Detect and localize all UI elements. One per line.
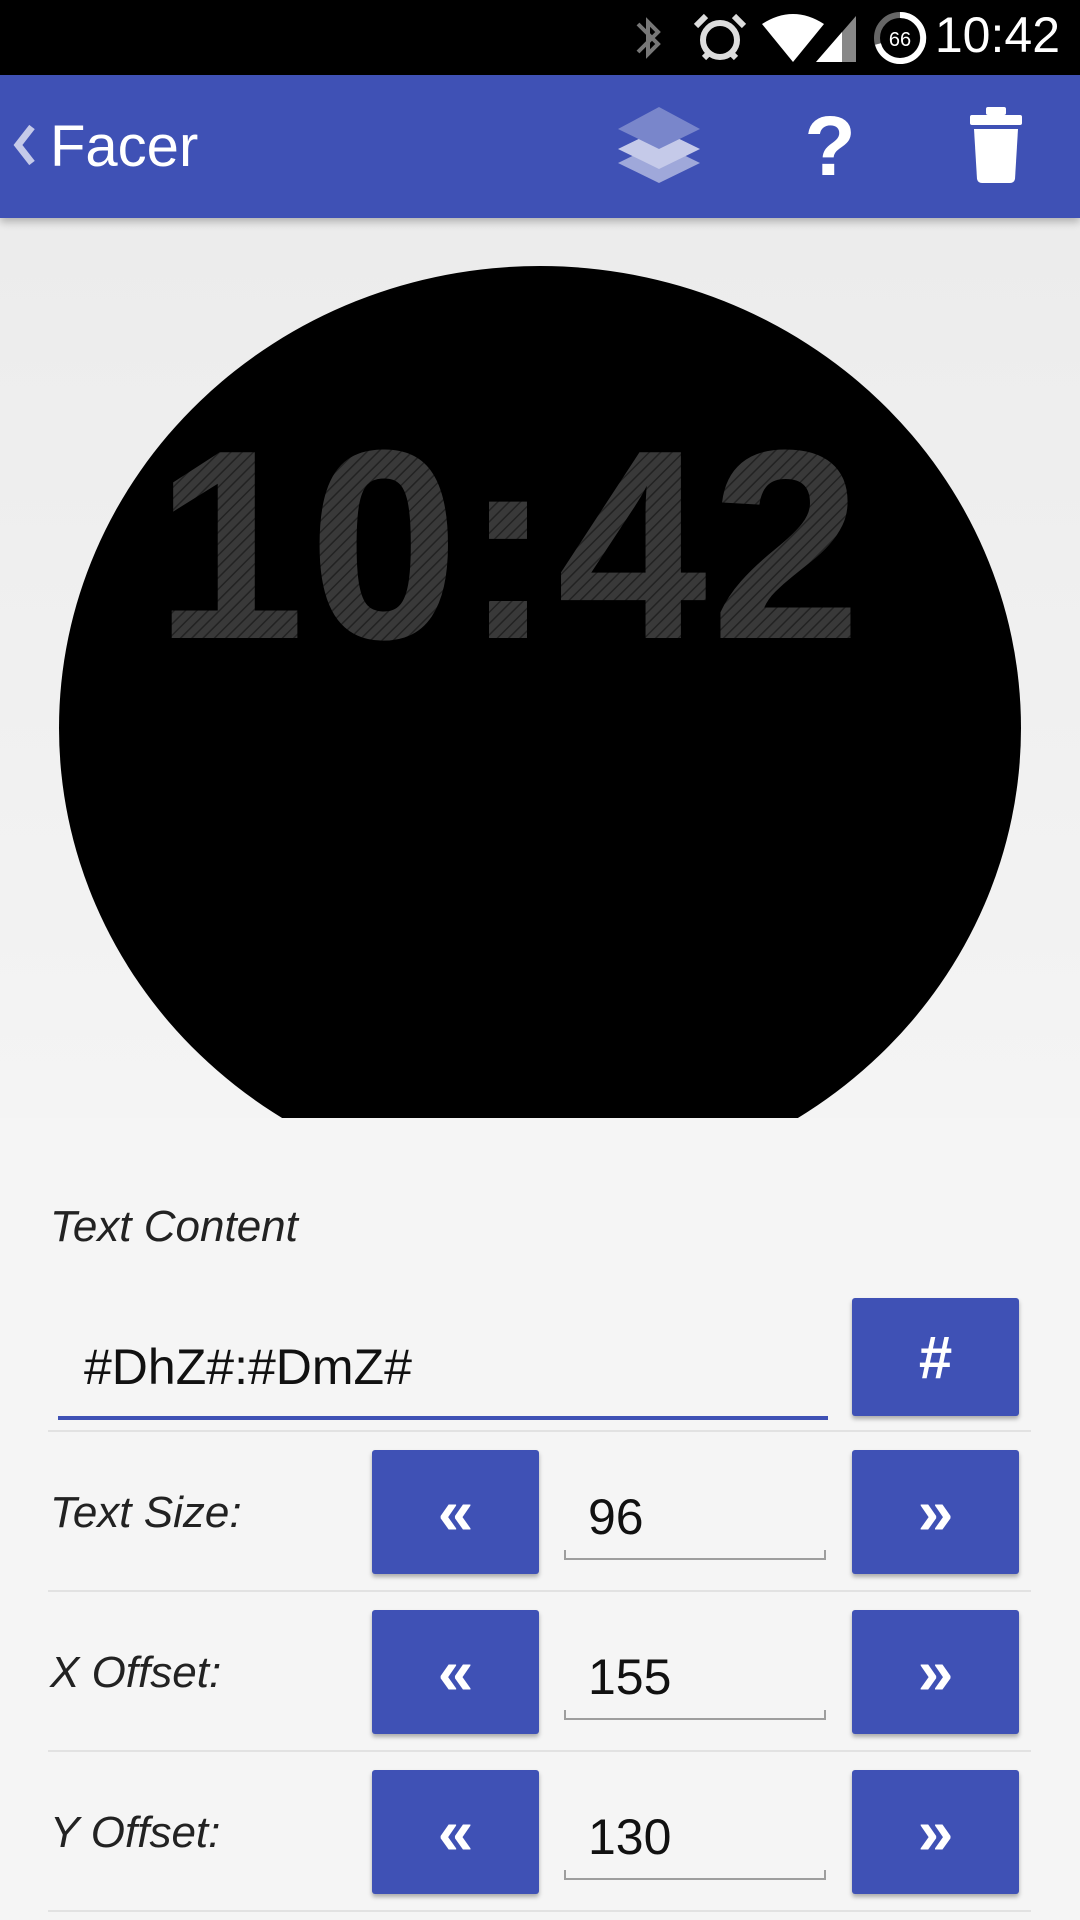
divider [48, 1430, 1031, 1432]
text-size-increase-button[interactable]: » [852, 1450, 1019, 1574]
increase-icon: » [917, 1796, 954, 1868]
insert-tag-button[interactable]: # [852, 1298, 1019, 1416]
layers-icon[interactable] [612, 101, 706, 199]
x-offset-input[interactable]: 155 [564, 1649, 826, 1720]
decrease-icon: « [437, 1636, 474, 1708]
app-bar: Facer ? [0, 75, 1080, 218]
trash-icon[interactable] [968, 105, 1024, 189]
signal-icon [812, 10, 860, 70]
watch-time: 10:42 [155, 395, 866, 696]
app-title[interactable]: Facer [50, 113, 198, 180]
text-content-label: Text Content [50, 1202, 298, 1251]
divider [48, 1590, 1031, 1592]
y-offset-decrease-button[interactable]: « [372, 1770, 539, 1894]
decrease-icon: « [437, 1476, 474, 1548]
watch-preview: 10:42 [0, 218, 1080, 1118]
battery-icon: 66 [872, 10, 928, 70]
increase-icon: » [917, 1636, 954, 1708]
insert-tag-label: # [918, 1323, 953, 1391]
chevron-left-icon[interactable] [10, 115, 38, 179]
text-size-label: Text Size: [50, 1488, 242, 1537]
x-offset-value: 155 [588, 1649, 672, 1705]
x-offset-label: X Offset: [50, 1648, 222, 1697]
y-offset-input[interactable]: 130 [564, 1809, 826, 1880]
status-bar: 66 10:42 [0, 0, 1080, 75]
y-offset-value: 130 [588, 1809, 672, 1865]
text-size-input[interactable]: 96 [564, 1489, 826, 1560]
x-offset-decrease-button[interactable]: « [372, 1610, 539, 1734]
text-content-input[interactable]: #DhZ#:#DmZ# [58, 1330, 828, 1420]
y-offset-increase-button[interactable]: » [852, 1770, 1019, 1894]
svg-text:?: ? [804, 99, 855, 189]
alarm-icon [690, 10, 750, 70]
help-icon[interactable]: ? [800, 99, 860, 193]
increase-icon: » [917, 1476, 954, 1548]
bluetooth-icon [628, 10, 668, 70]
text-size-decrease-button[interactable]: « [372, 1450, 539, 1574]
text-size-value: 96 [588, 1489, 644, 1545]
text-content-value: #DhZ#:#DmZ# [84, 1339, 412, 1395]
x-offset-increase-button[interactable]: » [852, 1610, 1019, 1734]
watch-face: 10:42 [59, 266, 1021, 1118]
divider [48, 1910, 1031, 1912]
decrease-icon: « [437, 1796, 474, 1868]
y-offset-label: Y Offset: [50, 1808, 221, 1857]
status-time: 10:42 [934, 7, 1060, 63]
divider [48, 1750, 1031, 1752]
svg-text:66: 66 [889, 29, 911, 51]
